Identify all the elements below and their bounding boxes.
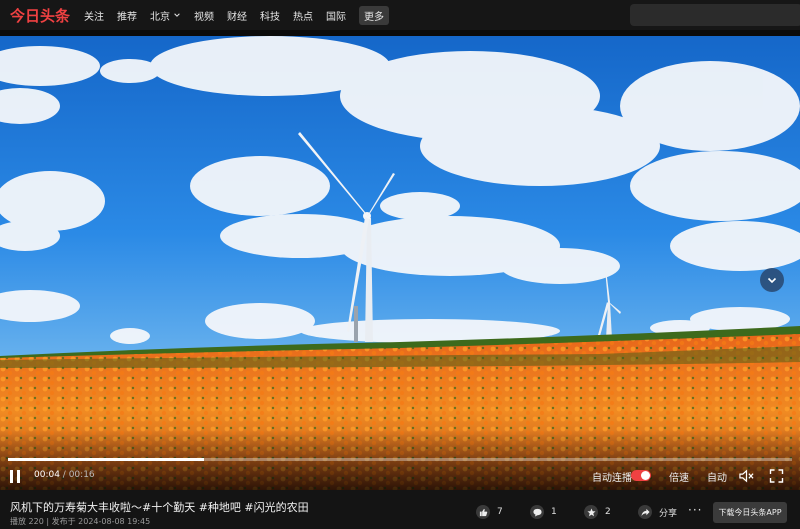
chevron-down-icon [174, 13, 180, 17]
current-time: 00:04 [34, 470, 60, 480]
nav-item-finance[interactable]: 财经 [227, 8, 247, 23]
nav-item-tech[interactable]: 科技 [260, 8, 280, 23]
comment-button[interactable]: 1 [530, 505, 557, 519]
nav-item-follow[interactable]: 关注 [84, 8, 104, 23]
like-button[interactable]: 7 [476, 505, 503, 519]
total-time: 00:16 [68, 470, 95, 480]
video-meta: 播放 220 | 发布于 2024-08-08 19:45 [10, 516, 150, 527]
search-input[interactable] [630, 4, 800, 26]
channel-nav: 关注 推荐 北京 视频 财经 科技 热点 国际 更多 [84, 5, 390, 25]
progress-bar[interactable] [8, 458, 792, 461]
share-button[interactable]: 分享 [638, 505, 677, 519]
thumbs-up-icon [476, 505, 490, 519]
video-info-bar: 风机下的万寿菊大丰收啦～#十个勤天 #种地吧 #闪光的农田 播放 220 | 发… [0, 490, 800, 529]
pause-button[interactable] [10, 470, 22, 483]
progress-fill [8, 458, 204, 461]
share-arrow-icon [638, 505, 652, 519]
view-count: 播放 220 [10, 517, 44, 526]
collapse-chevron-button[interactable] [760, 268, 784, 292]
video-player[interactable] [0, 36, 800, 490]
player-controls: 00:04 / 00:16 自动连播 倍速 自动 [0, 466, 800, 488]
share-label: 分享 [659, 508, 678, 519]
volume-muted-icon[interactable] [739, 469, 754, 483]
publish-time: 发布于 2024-08-08 19:45 [51, 517, 151, 526]
more-options-button[interactable]: ··· [688, 503, 702, 517]
autoplay-label: 自动连播 [592, 473, 632, 484]
video-frame [0, 36, 800, 490]
autoplay-toggle[interactable] [631, 470, 651, 481]
site-logo[interactable]: 今日头条 [10, 5, 70, 26]
speed-button[interactable]: 倍速 [669, 469, 689, 484]
favorite-count: 2 [605, 507, 611, 517]
nav-more-button[interactable]: 更多 [359, 5, 390, 25]
fullscreen-icon[interactable] [769, 469, 784, 483]
nav-item-city[interactable]: 北京 [150, 8, 181, 23]
favorite-button[interactable]: 2 [584, 505, 611, 519]
nav-item-city-label: 北京 [150, 11, 171, 23]
time-display: 00:04 / 00:16 [34, 470, 95, 480]
nav-item-hot[interactable]: 热点 [293, 8, 313, 23]
chevron-down-icon [767, 277, 777, 284]
comment-count: 1 [551, 507, 557, 517]
star-icon [584, 505, 598, 519]
like-count: 7 [497, 507, 503, 517]
video-title[interactable]: 风机下的万寿菊大丰收啦～#十个勤天 #种地吧 #闪光的农田 [10, 499, 309, 515]
download-app-button[interactable]: 下载今日头条APP [713, 502, 787, 523]
pause-icon-bar [17, 470, 20, 483]
nav-item-international[interactable]: 国际 [326, 8, 346, 23]
top-nav-bar: 今日头条 关注 推荐 北京 视频 财经 科技 热点 国际 更多 [0, 0, 800, 30]
pause-icon [10, 470, 13, 483]
nav-item-recommend[interactable]: 推荐 [117, 8, 137, 23]
time-separator: / [59, 470, 69, 480]
meta-separator: | [46, 517, 50, 526]
nav-item-video[interactable]: 视频 [194, 8, 214, 23]
comment-icon [530, 505, 544, 519]
quality-button[interactable]: 自动 [707, 469, 727, 484]
